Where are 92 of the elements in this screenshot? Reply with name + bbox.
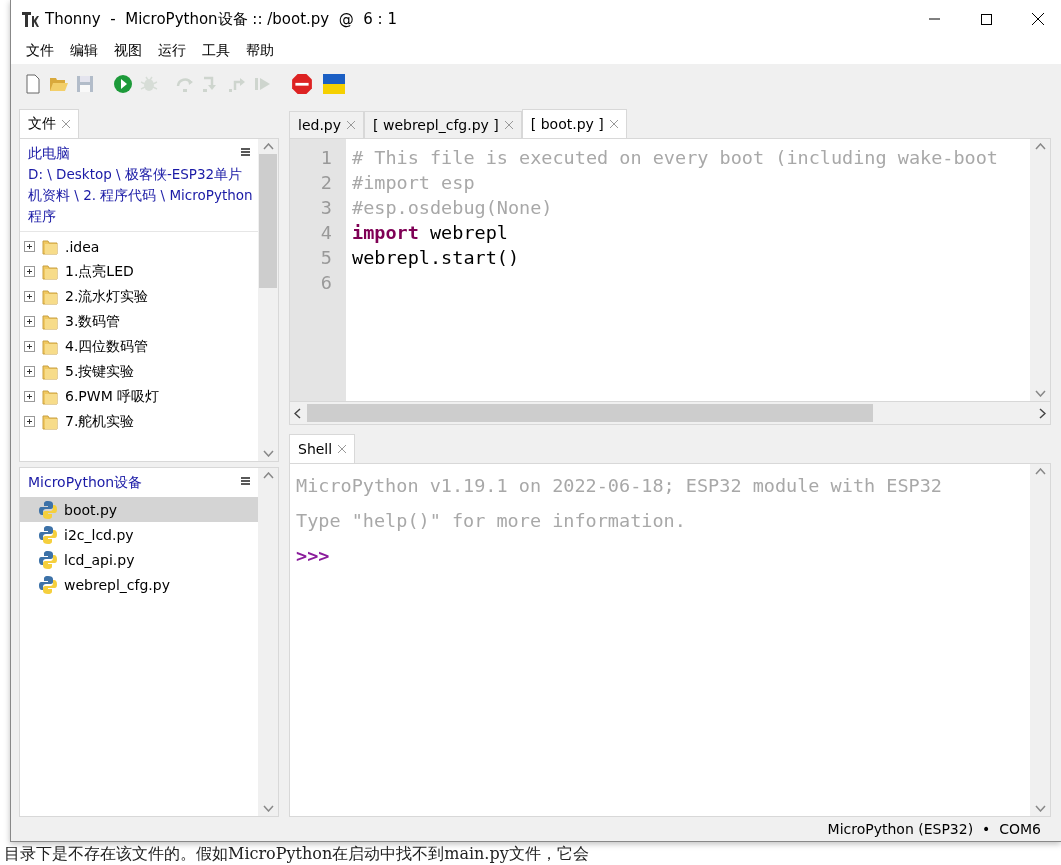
expand-icon[interactable]	[24, 266, 35, 277]
editor-tab[interactable]: led.py	[289, 111, 364, 138]
menu-item[interactable]: 工具	[195, 42, 237, 60]
python-file-icon	[38, 574, 58, 595]
scroll-down-icon[interactable]	[1034, 390, 1046, 397]
folder-icon	[41, 412, 59, 431]
menu-icon[interactable]	[241, 148, 250, 156]
line-number: 2	[320, 171, 332, 195]
file-name: webrepl_cfg.py	[64, 576, 170, 593]
folder-name[interactable]: .idea	[65, 238, 100, 255]
scrollbar[interactable]	[1030, 139, 1050, 401]
folder-name[interactable]: 1.点亮LED	[65, 262, 134, 281]
new-file-icon[interactable]	[23, 74, 43, 94]
scroll-down-icon[interactable]	[1034, 805, 1046, 812]
file-name: i2c_lcd.py	[64, 526, 134, 543]
line-number: 3	[320, 196, 332, 220]
code-line: import webrepl	[352, 221, 508, 245]
thonny-logo-icon	[21, 10, 39, 28]
code-line: # This file is executed on every boot (including wake-boot	[352, 146, 998, 170]
scroll-up-icon[interactable]	[1034, 468, 1046, 475]
flag-icon[interactable]	[323, 74, 345, 94]
shell-prompt: >>>	[296, 544, 330, 568]
folder-name[interactable]: 4.四位数码管	[65, 337, 149, 356]
code-line: webrepl.start()	[352, 246, 520, 270]
expand-icon[interactable]	[24, 391, 35, 402]
run-icon[interactable]	[113, 74, 133, 94]
scroll-left-icon[interactable]	[294, 407, 301, 419]
python-file-icon	[38, 499, 58, 520]
path-link[interactable]: D: \ Desktop \ 极客侠-ESP32单片机资料 \ 2. 程序代码 \ MicroPython程序	[28, 164, 254, 227]
scroll-up-icon[interactable]	[262, 143, 274, 150]
expand-icon[interactable]	[24, 416, 35, 427]
folder-icon	[41, 262, 59, 281]
folder-name[interactable]: 3.数码管	[65, 312, 121, 331]
folder-icon	[41, 312, 59, 331]
scrollbar[interactable]	[1030, 464, 1050, 816]
horizontal-scrollbar[interactable]	[289, 402, 1051, 425]
minimize-icon[interactable]	[928, 18, 940, 20]
shell-output: MicroPython v1.19.1 on 2022-06-18; ESP32 module with ESP32	[296, 474, 942, 498]
python-file-icon	[38, 549, 58, 570]
editor-tab[interactable]: [ boot.py ]	[521, 109, 627, 138]
menu-item[interactable]: 编辑	[63, 42, 105, 60]
scroll-right-icon[interactable]	[1039, 407, 1046, 419]
scrollbar[interactable]	[258, 139, 278, 461]
scroll-down-icon[interactable]	[262, 450, 274, 457]
code-line: #esp.osdebug(None)	[352, 196, 553, 220]
scroll-up-icon[interactable]	[262, 472, 274, 479]
files-tab[interactable]: 文件	[19, 109, 79, 138]
shell-tab[interactable]: Shell	[289, 434, 356, 463]
window-title: Thonny - MicroPython设备 :: /boot.py @ 6 : 1	[45, 9, 398, 29]
expand-icon[interactable]	[24, 366, 35, 377]
file-name: lcd_api.py	[64, 551, 135, 568]
folder-name[interactable]: 6.PWM 呼吸灯	[65, 387, 160, 406]
expand-icon[interactable]	[24, 316, 35, 327]
folder-name[interactable]: 2.流水灯实验	[65, 287, 149, 306]
menu-item[interactable]: 运行	[151, 42, 193, 60]
folder-icon	[41, 287, 59, 306]
file-row[interactable]: i2c_lcd.py	[20, 522, 258, 547]
close-icon[interactable]	[1032, 13, 1044, 25]
file-row[interactable]: boot.py	[20, 497, 258, 522]
scroll-up-icon[interactable]	[1034, 143, 1046, 150]
menu-item[interactable]: 文件	[19, 42, 61, 60]
expand-icon[interactable]	[24, 291, 35, 302]
line-number: 4	[320, 221, 332, 245]
folder-icon	[41, 362, 59, 381]
scrollbar[interactable]	[258, 468, 278, 816]
editor-tab[interactable]: [ webrepl_cfg.py ]	[364, 111, 522, 138]
line-number: 5	[320, 246, 332, 270]
folder-name[interactable]: 5.按键实验	[65, 362, 135, 381]
folder-name[interactable]: 7.舵机实验	[65, 412, 135, 431]
file-name: boot.py	[64, 501, 118, 518]
stop-icon[interactable]	[291, 73, 313, 95]
scroll-down-icon[interactable]	[262, 805, 274, 812]
file-row[interactable]: lcd_api.py	[20, 547, 258, 572]
folder-icon	[41, 337, 59, 356]
status-text: MicroPython (ESP32) • COM6	[827, 821, 1041, 837]
code-line: #import esp	[352, 171, 475, 195]
device-title: MicroPython设备	[28, 473, 143, 492]
menu-icon[interactable]	[241, 477, 250, 485]
maximize-icon[interactable]	[980, 13, 992, 25]
line-number: 1	[320, 146, 332, 170]
folder-icon	[41, 387, 59, 406]
folder-icon	[41, 237, 59, 256]
menu-item[interactable]: 帮助	[239, 42, 281, 60]
shell-output: Type "help()" for more information.	[296, 509, 686, 533]
file-row[interactable]: webrepl_cfg.py	[20, 572, 258, 597]
line-number: 6	[320, 271, 332, 295]
expand-icon[interactable]	[24, 241, 35, 252]
background-text: 目录下是不存在该文件的。假如MicroPython在启动中找不到main.py文件，它会	[4, 844, 589, 864]
menu-item[interactable]: 视图	[107, 42, 149, 60]
expand-icon[interactable]	[24, 341, 35, 352]
location-link[interactable]: 此电脑	[28, 143, 70, 164]
python-file-icon	[38, 524, 58, 545]
